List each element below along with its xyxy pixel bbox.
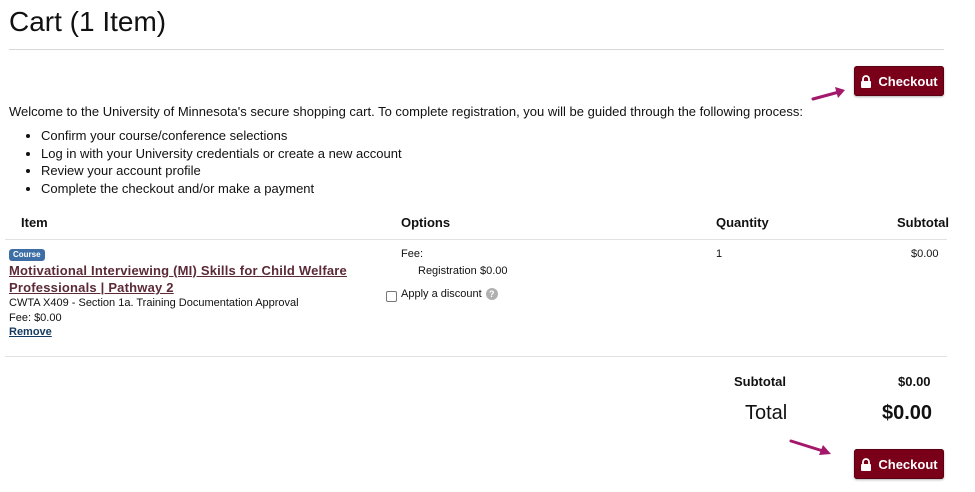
col-header-options: Options <box>401 215 451 230</box>
list-item: Complete the checkout and/or make a paym… <box>41 180 402 198</box>
fee-label: Fee: <box>401 248 424 260</box>
registration-label: Registration <box>418 265 477 277</box>
title-divider <box>9 49 944 50</box>
discount-checkbox[interactable] <box>386 291 397 302</box>
subtotal-label: Subtotal <box>734 374 786 389</box>
discount-label: Apply a discount <box>401 288 482 300</box>
checkout-label: Checkout <box>878 73 938 89</box>
registration-amount: $0.00 <box>480 265 508 277</box>
list-item: Review your account profile <box>41 162 402 180</box>
checkout-button-bottom[interactable]: Checkout <box>854 449 944 479</box>
list-item: Confirm your course/conference selection… <box>41 127 402 145</box>
page-title: Cart (1 Item) <box>9 6 167 37</box>
course-fee: Fee: $0.00 <box>9 312 62 324</box>
lock-icon <box>861 457 872 471</box>
col-header-subtotal: Subtotal <box>897 215 949 230</box>
header-divider <box>5 239 947 240</box>
total-value: $0.00 <box>882 402 933 424</box>
row-subtotal: $0.00 <box>911 248 939 260</box>
checkout-label: Checkout <box>878 456 938 472</box>
course-section: CWTA X409 - Section 1a. Training Documen… <box>9 297 299 309</box>
steps-list: Confirm your course/conference selection… <box>9 127 402 197</box>
lock-icon <box>861 74 872 88</box>
total-label: Total <box>745 402 788 424</box>
intro-text: Welcome to the University of Minnesota's… <box>9 104 803 119</box>
discount-row: Apply a discount? <box>401 288 498 301</box>
arrow-icon <box>811 87 845 101</box>
help-icon[interactable]: ? <box>485 288 498 301</box>
subtotal-value: $0.00 <box>898 374 931 389</box>
remove-link[interactable]: Remove <box>9 326 52 338</box>
col-header-item: Item <box>21 215 48 230</box>
checkout-button-top[interactable]: Checkout <box>854 66 944 96</box>
course-title-link[interactable]: Motivational Interviewing (MI) Skills fo… <box>9 262 369 296</box>
row-quantity: 1 <box>716 248 723 260</box>
arrow-icon <box>789 439 831 455</box>
list-item: Log in with your University credentials … <box>41 145 402 163</box>
row-divider <box>5 356 947 357</box>
col-header-quantity: Quantity <box>716 215 769 230</box>
course-badge: Course <box>9 249 45 261</box>
